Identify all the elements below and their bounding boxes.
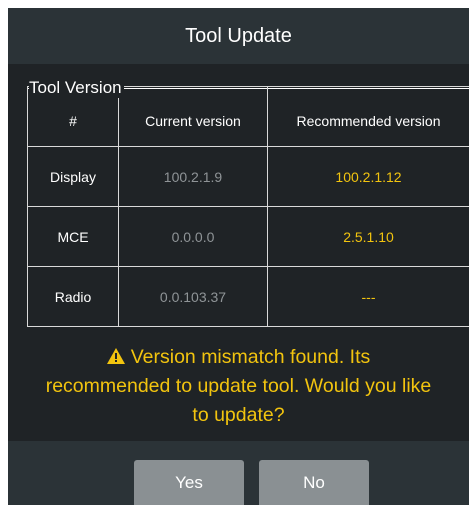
fieldset-legend: Tool Version: [29, 78, 124, 98]
current-version: 100.2.1.9: [118, 146, 268, 207]
mismatch-message: Version mismatch found. Its recommended …: [8, 343, 469, 430]
version-table: # Current version Recommended version Di…: [27, 86, 469, 327]
no-button[interactable]: No: [259, 460, 369, 505]
component-name: Display: [27, 146, 119, 207]
table-row: Radio 0.0.103.37 ---: [27, 266, 469, 327]
current-version: 0.0.103.37: [118, 266, 268, 327]
yes-button[interactable]: Yes: [134, 460, 244, 505]
table-row: Display 100.2.1.9 100.2.1.12: [27, 146, 469, 207]
recommended-version: ---: [267, 266, 469, 327]
tool-update-dialog: Tool Update # Current version Recommende…: [8, 8, 469, 505]
dialog-footer: Yes No: [8, 441, 469, 505]
recommended-version: 100.2.1.12: [267, 146, 469, 207]
message-line: to update?: [192, 404, 285, 426]
column-header-current-version: Current version: [118, 86, 268, 147]
message-line: Version mismatch found. Its: [130, 346, 371, 368]
recommended-version: 2.5.1.10: [267, 206, 469, 267]
column-header-recommended-version: Recommended version: [267, 86, 469, 147]
component-name: MCE: [27, 206, 119, 267]
warning-icon: [106, 344, 125, 364]
component-name: Radio: [27, 266, 119, 327]
current-version: 0.0.0.0: [118, 206, 268, 267]
dialog-titlebar: Tool Update: [8, 8, 469, 64]
dialog-title: Tool Update: [185, 24, 292, 47]
message-line: recommended to update tool. Would you li…: [45, 375, 432, 397]
table-row: MCE 0.0.0.0 2.5.1.10: [27, 206, 469, 267]
